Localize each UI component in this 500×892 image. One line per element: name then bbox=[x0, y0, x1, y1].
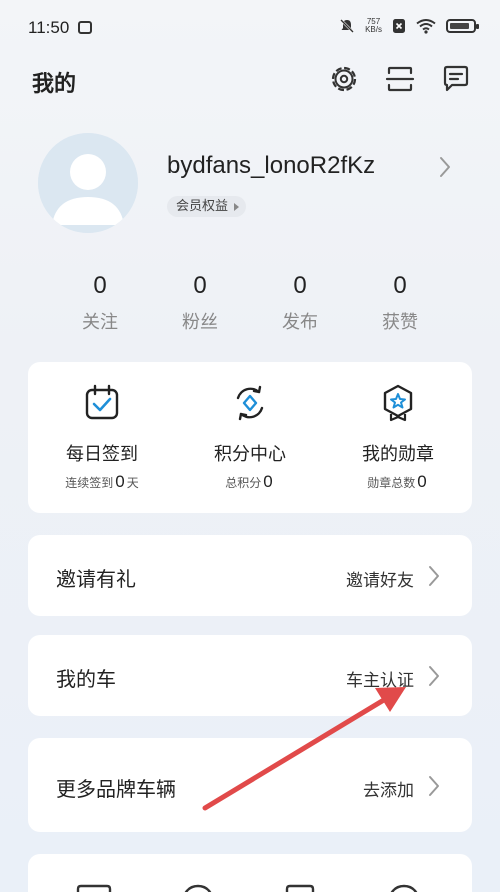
feature-sub-value: 0 bbox=[417, 472, 427, 491]
stat-likes[interactable]: 0 获赞 bbox=[350, 272, 450, 334]
stat-label: 粉丝 bbox=[182, 312, 218, 333]
row-more-brand-vehicles[interactable]: 更多品牌车辆 去添加 bbox=[28, 738, 472, 832]
add-vehicle-link[interactable]: 去添加 bbox=[363, 776, 414, 801]
row-invite[interactable]: 邀请有礼 邀请好友 bbox=[28, 535, 472, 616]
feature-title: 每日签到 bbox=[66, 444, 138, 465]
page-title: 我的 bbox=[32, 72, 77, 97]
status-bar: 11:50 757 KB/s bbox=[0, 0, 500, 58]
battery-level bbox=[450, 23, 469, 29]
feature-sub-prefix: 勋章总数 bbox=[367, 476, 416, 490]
settings-icon[interactable] bbox=[328, 63, 360, 95]
stat-label: 发布 bbox=[282, 312, 318, 333]
medal-icon bbox=[383, 384, 413, 422]
row-label: 邀请有礼 bbox=[56, 567, 136, 591]
scan-icon[interactable] bbox=[384, 63, 416, 95]
stat-label: 关注 bbox=[82, 312, 118, 333]
username[interactable]: bydfans_lonoR2fKz bbox=[167, 152, 375, 180]
owner-verification-link[interactable]: 车主认证 bbox=[346, 666, 414, 691]
stat-value: 0 bbox=[193, 272, 207, 299]
notification-app-icon bbox=[78, 21, 92, 34]
net-speed: 757 KB/s bbox=[365, 18, 382, 34]
avatar[interactable] bbox=[38, 133, 138, 233]
stat-label: 获赞 bbox=[382, 312, 418, 333]
feature-subtitle: 总积分 0 bbox=[176, 472, 324, 492]
feature-sub-suffix: 天 bbox=[126, 476, 139, 490]
tool-icon-4[interactable] bbox=[386, 884, 422, 892]
sim-blocked-icon bbox=[393, 19, 405, 33]
chevron-right-icon bbox=[429, 776, 439, 796]
feature-points-center[interactable]: 积分中心 总积分 0 bbox=[176, 384, 324, 492]
row-my-car[interactable]: 我的车 车主认证 bbox=[28, 635, 472, 716]
message-icon[interactable] bbox=[440, 63, 472, 95]
net-speed-unit: KB/s bbox=[365, 25, 382, 34]
invite-friends-link[interactable]: 邀请好友 bbox=[346, 566, 414, 591]
feature-title: 积分中心 bbox=[214, 444, 286, 465]
status-icons: 757 KB/s bbox=[339, 18, 479, 34]
stat-following[interactable]: 0 关注 bbox=[50, 272, 150, 334]
chevron-right-icon bbox=[429, 566, 439, 586]
feature-subtitle: 连续签到 0 天 bbox=[28, 472, 176, 492]
stat-posts[interactable]: 0 发布 bbox=[250, 272, 350, 334]
feature-sub-prefix: 总积分 bbox=[225, 476, 262, 490]
features-card: 每日签到 连续签到 0 天 积分中心 总积分 0 我的勋章 勋章总数 0 bbox=[28, 362, 472, 513]
battery-icon bbox=[446, 19, 479, 33]
tools-card bbox=[28, 854, 472, 892]
feature-sub-value: 0 bbox=[263, 472, 273, 491]
calendar-check-icon bbox=[85, 384, 119, 420]
wifi-icon bbox=[416, 19, 436, 34]
feature-daily-checkin[interactable]: 每日签到 连续签到 0 天 bbox=[28, 384, 176, 492]
feature-subtitle: 勋章总数 0 bbox=[324, 472, 472, 492]
member-benefits-tag[interactable]: 会员权益 bbox=[167, 196, 247, 217]
profile-chevron-icon[interactable] bbox=[438, 155, 452, 179]
feature-sub-value: 0 bbox=[115, 472, 125, 491]
stat-value: 0 bbox=[393, 272, 407, 299]
feature-sub-prefix: 连续签到 bbox=[65, 476, 114, 490]
stat-value: 0 bbox=[93, 272, 107, 299]
tool-icon-3[interactable] bbox=[284, 884, 316, 892]
status-time: 11:50 bbox=[28, 18, 70, 37]
row-label: 我的车 bbox=[56, 667, 116, 691]
stat-value: 0 bbox=[293, 272, 307, 299]
points-icon bbox=[236, 385, 264, 421]
stat-fans[interactable]: 0 粉丝 bbox=[150, 272, 250, 334]
tool-icon-2[interactable] bbox=[180, 884, 216, 892]
chevron-right-icon bbox=[429, 666, 439, 686]
mute-icon bbox=[340, 19, 355, 33]
tool-icon-1[interactable] bbox=[76, 884, 112, 892]
feature-title: 我的勋章 bbox=[362, 444, 434, 465]
row-label: 更多品牌车辆 bbox=[56, 777, 176, 801]
feature-my-medals[interactable]: 我的勋章 勋章总数 0 bbox=[324, 384, 472, 492]
default-avatar-icon bbox=[38, 133, 138, 233]
